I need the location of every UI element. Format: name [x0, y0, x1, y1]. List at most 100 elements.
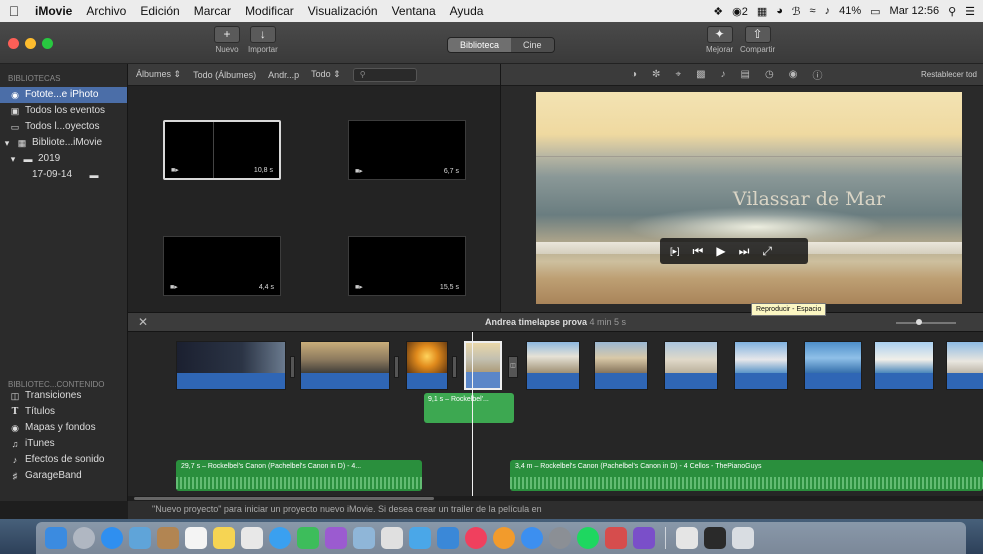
forward-icon[interactable]: ⏭ [739, 244, 750, 259]
bluetooth-icon[interactable]: ℬ [792, 5, 801, 18]
finder-icon[interactable] [45, 527, 67, 549]
timeline-clip[interactable] [526, 341, 580, 390]
sidebar-item-itunes[interactable]: ♫ iTunes [0, 436, 128, 452]
reminders-icon[interactable] [241, 527, 263, 549]
timemachine-icon[interactable]: ◕ [776, 5, 783, 17]
audio-track[interactable]: 29,7 s – Rockelbel's Canon (Pachelbel's … [176, 460, 422, 491]
menu-ayuda[interactable]: Ayuda [443, 4, 491, 18]
album-breadcrumb[interactable]: Andr...p [268, 70, 299, 80]
keynote-icon[interactable] [437, 527, 459, 549]
filter-dropdown[interactable]: Todo ⇕ [311, 69, 341, 80]
launchpad-icon[interactable] [73, 527, 95, 549]
media-clip[interactable]: ■▸ 6,7 s [348, 120, 466, 180]
music-clip[interactable]: 9,1 s – Rockelbel'... [424, 393, 514, 423]
clock[interactable]: Mar 12:56 [890, 5, 940, 17]
audio-track[interactable]: 3,4 m – Rockelbel's Canon (Pachelbel's C… [510, 460, 983, 491]
rewind-icon[interactable]: ⏮ [693, 244, 704, 259]
ibooks-icon[interactable] [493, 527, 515, 549]
all-albums-breadcrumb[interactable]: Todo (Álbumes) [193, 70, 256, 80]
sidebar-item-photo-library[interactable]: ◉ Fotote...e iPhoto [0, 87, 127, 103]
new-button[interactable]: + Nuevo [214, 26, 240, 54]
notification-center-icon[interactable]: ☰ [965, 5, 975, 18]
safari-icon[interactable] [101, 527, 123, 549]
sidebar-item-maps[interactable]: ◉ Mapas y fondos [0, 420, 128, 436]
battery-percent[interactable]: 41% [839, 5, 861, 17]
sidebar-item-imovie-library[interactable]: ▾ ▦ Bibliote...iMovie [0, 135, 127, 151]
minimize-window-button[interactable] [25, 38, 36, 49]
play-icon[interactable]: ▶ [716, 244, 725, 258]
timeline-clip[interactable] [734, 341, 788, 390]
cross-dissolve-icon[interactable]: ◫ [508, 356, 518, 378]
timeline-clip[interactable] [804, 341, 862, 390]
menu-ventana[interactable]: Ventana [385, 4, 443, 18]
share-button[interactable]: ⇧ Compartir [740, 26, 775, 54]
media-clip[interactable]: ■▸ 4,4 s [163, 236, 281, 296]
transition-marker[interactable] [452, 356, 457, 378]
fullscreen-icon[interactable]: ⤢ [762, 244, 772, 259]
sidebar-item-2019[interactable]: ▾ ▬ 2019 [0, 151, 127, 167]
skip-to-start-icon[interactable]: [▸] [670, 246, 680, 257]
contacts-icon[interactable] [157, 527, 179, 549]
photo-booth-icon[interactable] [325, 527, 347, 549]
close-window-button[interactable] [8, 38, 19, 49]
transition-marker[interactable] [290, 356, 295, 378]
sidebar-item-titles[interactable]: T Títulos [0, 404, 128, 420]
crop-icon[interactable]: ⌖ [675, 69, 681, 80]
disclosure-triangle-icon[interactable]: ▾ [2, 135, 12, 151]
timeline-clip[interactable] [594, 341, 648, 390]
document-icon[interactable] [676, 527, 698, 549]
menu-modificar[interactable]: Modificar [238, 4, 301, 18]
preview-icon[interactable] [129, 527, 151, 549]
timeline-clip-selected[interactable] [464, 341, 502, 390]
timeline-clip[interactable] [176, 341, 286, 390]
reset-all-button[interactable]: Restablecer tod [921, 70, 983, 79]
media-clip[interactable]: ■▸ 10,8 s [163, 120, 281, 180]
fullscreen-window-button[interactable] [42, 38, 53, 49]
calendar-icon[interactable] [185, 527, 207, 549]
input-icon[interactable]: ▦ [757, 5, 767, 18]
menu-app[interactable]: iMovie [28, 4, 79, 18]
improve-button[interactable]: ✦ Mejorar [706, 26, 733, 54]
itunes-icon[interactable] [465, 527, 487, 549]
numbers-icon[interactable] [409, 527, 431, 549]
messages-icon[interactable] [269, 527, 291, 549]
menu-visualizacion[interactable]: Visualización [301, 4, 385, 18]
noise-reduction-icon[interactable]: ▤ [741, 69, 750, 80]
spotify-icon[interactable] [577, 527, 599, 549]
imovie-icon[interactable] [633, 527, 655, 549]
sidebar-item-all-projects[interactable]: ▭ Todos l...oyectos [0, 119, 127, 135]
zoom-slider-track[interactable] [896, 322, 956, 324]
import-button[interactable]: ↓ Importar [248, 26, 278, 54]
timeline-clip[interactable] [874, 341, 934, 390]
sidebar-item-sound-effects[interactable]: ♪ Efectos de sonido [0, 452, 128, 468]
tab-biblioteca[interactable]: Biblioteca [448, 38, 512, 52]
system-preferences-icon[interactable] [549, 527, 571, 549]
menu-marcar[interactable]: Marcar [187, 4, 238, 18]
apple-icon[interactable]:  [0, 3, 28, 19]
notes-icon[interactable] [213, 527, 235, 549]
search-field[interactable]: ⚲ [352, 67, 417, 82]
sidebar-item-event[interactable]: 17-09-14 ▬ [0, 167, 127, 183]
timeline-clip[interactable] [664, 341, 718, 390]
zoom-slider-knob[interactable] [916, 319, 922, 325]
facetime-icon[interactable] [297, 527, 319, 549]
notification-badge[interactable]: ◉2 [732, 5, 748, 18]
playhead[interactable] [472, 332, 473, 501]
video-preview[interactable]: Vilassar de Mar [▸] ⏮ ▶ ⏭ ⤢ [536, 92, 962, 304]
timeline-clip[interactable] [406, 341, 448, 390]
photos-icon[interactable] [353, 527, 375, 549]
menu-archivo[interactable]: Archivo [79, 4, 133, 18]
spotlight-icon[interactable]: ⚲ [948, 5, 956, 18]
mail-icon[interactable] [605, 527, 627, 549]
color-balance-icon[interactable]: ◑ [631, 69, 637, 80]
albums-dropdown[interactable]: Álbumes ⇕ [136, 69, 181, 80]
trash-icon[interactable] [732, 527, 754, 549]
media-clip[interactable]: ■▸ 15,5 s [348, 236, 466, 296]
color-correction-icon[interactable]: ✼ [652, 69, 660, 80]
timeline-clip[interactable] [946, 341, 983, 390]
disclosure-triangle-icon[interactable]: ▾ [8, 151, 18, 167]
sidebar-item-all-events[interactable]: ▣ Todos los eventos [0, 103, 127, 119]
info-icon[interactable]: ⓘ [812, 67, 822, 82]
sidebar-item-transitions[interactable]: ◫ Transiciones [0, 388, 128, 404]
dropbox-icon[interactable]: ❖ [713, 5, 723, 18]
